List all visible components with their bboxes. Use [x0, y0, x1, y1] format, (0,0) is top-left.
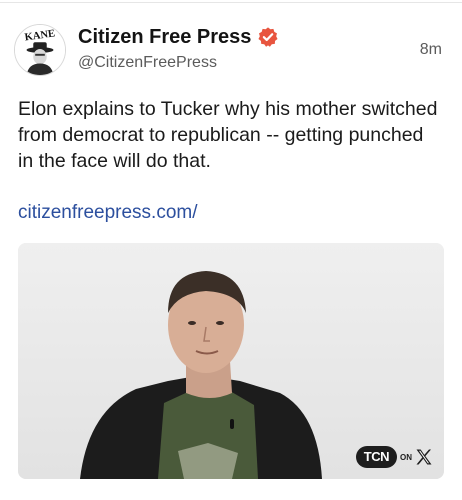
post-link[interactable]: citizenfreepress.com/	[18, 202, 198, 224]
post-card[interactable]: KANE Citizen Free Press @CitizenFreePres…	[0, 0, 462, 500]
video-thumbnail[interactable]: TCN ON	[18, 243, 444, 479]
verified-badge-icon	[257, 26, 279, 48]
author-name-row: Citizen Free Press	[78, 24, 279, 50]
author-display-name[interactable]: Citizen Free Press	[78, 26, 251, 49]
post-timestamp[interactable]: 8m	[420, 41, 442, 59]
tcn-on-label: ON	[400, 452, 412, 462]
tcn-badge: TCN	[355, 446, 397, 468]
post-text: Elon explains to Tucker why his mother s…	[18, 98, 438, 172]
author-avatar[interactable]: KANE	[14, 24, 66, 76]
kane-hat-man-avatar-icon: KANE	[15, 25, 65, 75]
x-logo-icon	[414, 447, 434, 467]
thumbnail-image	[18, 243, 444, 479]
author-handle[interactable]: @CitizenFreePress	[78, 54, 217, 72]
tcn-on-x-watermark: TCN ON	[355, 445, 434, 469]
